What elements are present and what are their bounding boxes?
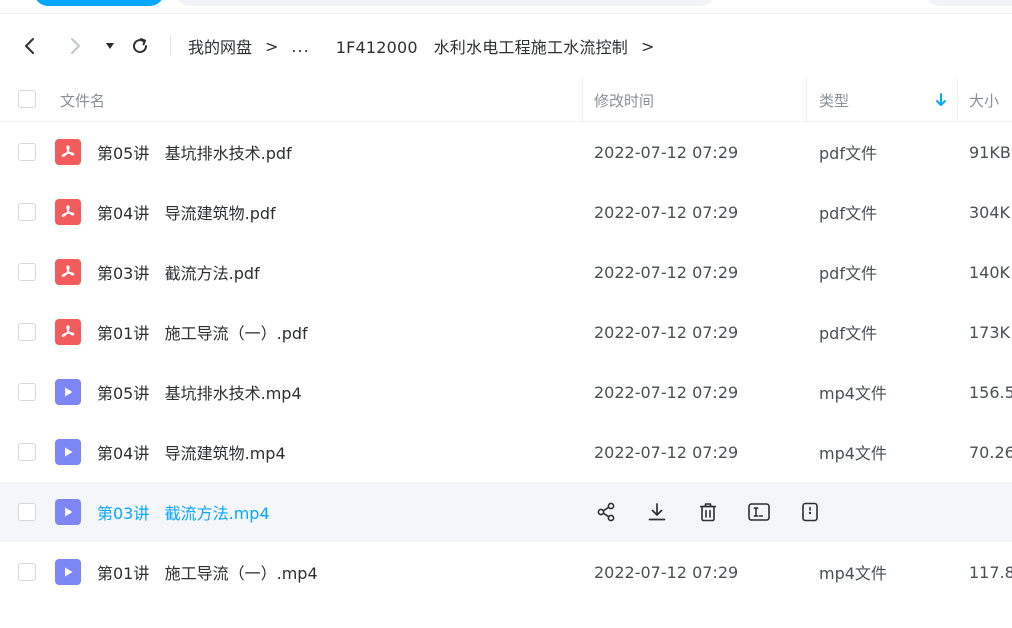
- row-actions: [594, 482, 849, 542]
- file-modified-time: 2022-07-12 07:29: [594, 562, 739, 582]
- file-name[interactable]: 第04讲 导流建筑物.pdf: [97, 182, 276, 242]
- file-name[interactable]: 第03讲 截流方法.mp4: [97, 482, 270, 542]
- file-size: 140K: [969, 262, 1011, 282]
- file-name[interactable]: 第05讲 基坑排水技术.mp4: [97, 362, 302, 422]
- video-icon: [55, 439, 81, 465]
- download-button[interactable]: [645, 500, 669, 524]
- file-size: 117.8: [969, 562, 1012, 582]
- history-dropdown-button[interactable]: [98, 32, 122, 60]
- share-button[interactable]: [594, 500, 618, 524]
- file-row[interactable]: 第04讲 导流建筑物.mp4 2022-07-12 07:29 mp4文件 70…: [0, 422, 1012, 482]
- breadcrumb-root[interactable]: 我的网盘: [188, 34, 252, 58]
- row-checkbox[interactable]: [18, 263, 36, 281]
- select-all-checkbox[interactable]: [18, 90, 36, 108]
- forward-button[interactable]: [63, 32, 87, 60]
- pdf-icon: [55, 319, 81, 345]
- chevron-left-icon: [25, 38, 34, 54]
- file-type: pdf文件: [819, 204, 877, 223]
- file-modified-time: 2022-07-12 07:29: [594, 142, 739, 162]
- breadcrumb-separator: >: [641, 36, 655, 56]
- file-row[interactable]: 第03讲 截流方法.pdf 2022-07-12 07:29 pdf文件 140…: [0, 242, 1012, 302]
- row-checkbox[interactable]: [18, 503, 36, 521]
- video-icon: [55, 559, 81, 585]
- file-modified-time: 2022-07-12 07:29: [594, 382, 739, 402]
- refresh-icon: [133, 38, 148, 54]
- file-name[interactable]: 第05讲 基坑排水技术.pdf: [97, 122, 292, 182]
- row-checkbox[interactable]: [18, 563, 36, 581]
- row-checkbox[interactable]: [18, 143, 36, 161]
- toolbar-control[interactable]: [925, 0, 1012, 6]
- file-modified-time: 2022-07-12 07:29: [594, 322, 739, 342]
- more-button[interactable]: [798, 500, 822, 524]
- file-row[interactable]: 第01讲 施工导流（一）.mp4 2022-07-12 07:29 mp4文件 …: [0, 542, 1012, 602]
- row-checkbox[interactable]: [18, 443, 36, 461]
- file-name[interactable]: 第04讲 导流建筑物.mp4: [97, 422, 286, 482]
- column-header-type[interactable]: 类型: [819, 78, 849, 122]
- top-toolbar-strip: [0, 0, 1012, 14]
- file-type: pdf文件: [819, 144, 877, 163]
- rename-button[interactable]: [747, 500, 771, 524]
- breadcrumb-separator: >: [265, 36, 279, 56]
- column-divider[interactable]: [582, 78, 583, 122]
- breadcrumb-ellipsis[interactable]: ...: [291, 37, 309, 56]
- share-icon: [597, 502, 615, 522]
- divider: [170, 36, 171, 56]
- file-type: pdf文件: [819, 264, 877, 283]
- upload-button[interactable]: [34, 0, 164, 6]
- refresh-button[interactable]: [128, 32, 152, 60]
- file-size: 70.26: [969, 442, 1012, 462]
- file-modified-time: 2022-07-12 07:29: [594, 442, 739, 462]
- navigation-bar: 我的网盘 > ... 1F412000 水利水电工程施工水流控制 >: [0, 14, 1012, 78]
- file-row-hovered[interactable]: 第03讲 截流方法.mp4: [0, 482, 1012, 542]
- column-divider[interactable]: [957, 78, 958, 122]
- download-icon: [648, 503, 666, 521]
- row-checkbox[interactable]: [18, 383, 36, 401]
- breadcrumb: 我的网盘 > ... 1F412000 水利水电工程施工水流控制 >: [188, 14, 667, 78]
- file-modified-time: 2022-07-12 07:29: [594, 262, 739, 282]
- video-icon: [55, 499, 81, 525]
- file-row[interactable]: 第04讲 导流建筑物.pdf 2022-07-12 07:29 pdf文件 30…: [0, 182, 1012, 242]
- pdf-icon: [55, 259, 81, 285]
- row-checkbox[interactable]: [18, 203, 36, 221]
- file-list-header: 文件名 修改时间 类型 大小: [0, 78, 1012, 122]
- file-size: 156.5: [969, 382, 1012, 402]
- back-button[interactable]: [18, 32, 42, 60]
- trash-icon: [700, 503, 716, 522]
- file-type: pdf文件: [819, 324, 877, 343]
- more-icon: [802, 502, 818, 522]
- column-header-size[interactable]: 大小: [969, 78, 999, 122]
- chevron-right-icon: [71, 38, 80, 54]
- sort-descending-icon[interactable]: [935, 92, 947, 108]
- column-header-modified[interactable]: 修改时间: [594, 78, 654, 122]
- column-divider[interactable]: [806, 78, 807, 122]
- file-row[interactable]: 第05讲 基坑排水技术.mp4 2022-07-12 07:29 mp4文件 1…: [0, 362, 1012, 422]
- search-bar[interactable]: [175, 0, 715, 6]
- delete-button[interactable]: [696, 500, 720, 524]
- column-header-name[interactable]: 文件名: [60, 78, 105, 122]
- row-checkbox[interactable]: [18, 323, 36, 341]
- pdf-icon: [55, 199, 81, 225]
- file-name[interactable]: 第03讲 截流方法.pdf: [97, 242, 260, 302]
- pdf-icon: [55, 139, 81, 165]
- file-size: 173K: [969, 322, 1011, 342]
- file-type: mp4文件: [819, 444, 887, 463]
- video-icon: [55, 379, 81, 405]
- file-row[interactable]: 第01讲 施工导流（一）.pdf 2022-07-12 07:29 pdf文件 …: [0, 302, 1012, 362]
- file-size: 304K: [969, 202, 1011, 222]
- caret-down-icon: [106, 43, 114, 49]
- rename-icon: [748, 503, 770, 521]
- file-type: mp4文件: [819, 564, 887, 583]
- file-name[interactable]: 第01讲 施工导流（一）.mp4: [97, 542, 318, 602]
- file-row[interactable]: 第05讲 基坑排水技术.pdf 2022-07-12 07:29 pdf文件 9…: [0, 122, 1012, 182]
- file-size: 91KB: [969, 142, 1011, 162]
- breadcrumb-current-folder[interactable]: 1F412000 水利水电工程施工水流控制: [336, 34, 628, 58]
- file-name[interactable]: 第01讲 施工导流（一）.pdf: [97, 302, 308, 362]
- file-modified-time: 2022-07-12 07:29: [594, 202, 739, 222]
- file-type: mp4文件: [819, 384, 887, 403]
